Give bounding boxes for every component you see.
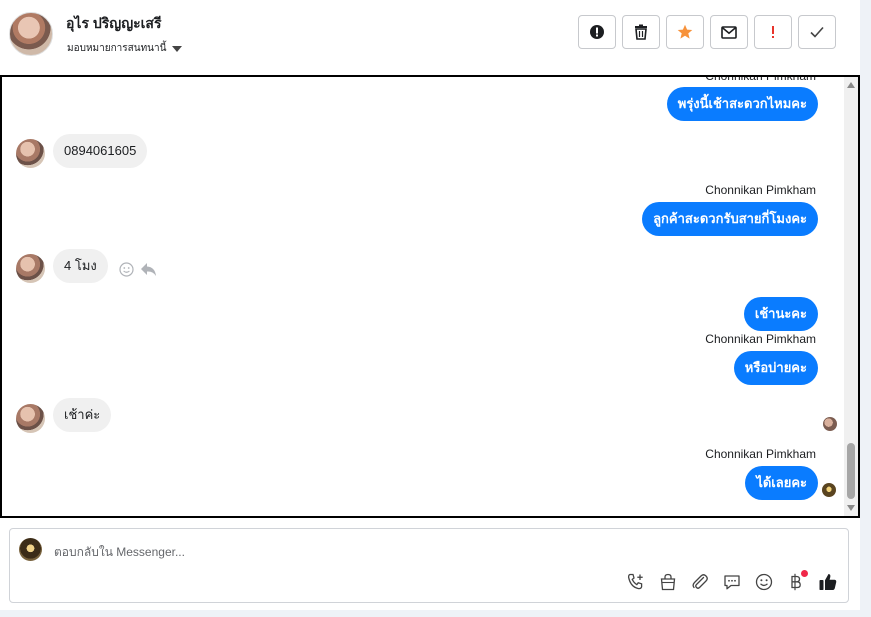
reply-icon[interactable]	[140, 262, 157, 277]
page-right-edge	[860, 0, 871, 617]
mark-done-button[interactable]	[798, 15, 836, 49]
scroll-up-arrow-icon[interactable]	[847, 82, 855, 88]
caret-down-icon	[172, 45, 183, 52]
thumbs-up-icon[interactable]	[818, 572, 838, 592]
shopping-bag-icon[interactable]	[658, 572, 678, 592]
paperclip-icon[interactable]	[690, 572, 710, 592]
thread-scrollbar[interactable]	[844, 77, 858, 516]
envelope-icon	[721, 25, 737, 39]
incoming-message[interactable]: 0894061605	[53, 134, 148, 168]
conversation-toolbar	[578, 15, 836, 49]
assign-label: มอบหมายการสนทนานี้	[67, 43, 167, 54]
delete-button[interactable]	[622, 15, 660, 49]
reply-composer	[9, 528, 849, 603]
contact-avatar-small	[16, 254, 45, 283]
page-bottom-edge	[0, 610, 860, 617]
conversation-header: อุไร ปริญญะเสรี มอบหมายการสนทนานี้	[0, 0, 860, 76]
contact-avatar-small	[16, 139, 45, 168]
outgoing-message[interactable]: เช้านะคะ	[743, 297, 818, 331]
incoming-message[interactable]: 4 โมง	[53, 249, 108, 283]
phone-plus-icon[interactable]	[626, 572, 646, 592]
exclamation-icon	[772, 26, 774, 38]
mark-unread-button[interactable]	[710, 15, 748, 49]
sender-name: Chonnikan Pimkham	[705, 447, 816, 461]
incoming-message[interactable]: เช้าค่ะ	[53, 398, 112, 432]
seen-avatar	[823, 417, 837, 431]
scroll-down-arrow-icon[interactable]	[847, 505, 855, 511]
notification-dot	[801, 570, 808, 577]
contact-avatar[interactable]	[9, 12, 53, 56]
outgoing-message[interactable]: ได้เลยคะ	[745, 466, 818, 500]
star-button[interactable]	[666, 15, 704, 49]
composer-actions	[626, 570, 838, 592]
message-actions	[119, 262, 157, 277]
outgoing-message[interactable]: ลูกค้าสะดวกรับสายกี่โมงคะ	[642, 202, 818, 236]
chat-bubble-icon[interactable]	[722, 572, 742, 592]
message-thread[interactable]: Chonnikan Pimkham พรุ่งนี้เช้าสะดวกไหมคะ…	[0, 75, 860, 518]
react-smiley-icon[interactable]	[119, 262, 134, 277]
check-icon	[810, 26, 824, 38]
reply-input[interactable]	[54, 543, 454, 561]
outgoing-message[interactable]: หรือบ่ายคะ	[733, 351, 818, 385]
spam-alert-button[interactable]	[578, 15, 616, 49]
trash-icon	[635, 24, 647, 40]
sender-name: Chonnikan Pimkham	[705, 332, 816, 346]
alert-circle-icon	[590, 25, 604, 39]
outgoing-message[interactable]: พรุ่งนี้เช้าสะดวกไหมคะ	[666, 87, 818, 121]
sender-name: Chonnikan Pimkham	[705, 75, 816, 83]
contact-name[interactable]: อุไร ปริญญะเสรี	[66, 13, 162, 35]
scrollbar-thumb[interactable]	[847, 443, 855, 499]
star-icon	[677, 24, 693, 39]
baht-icon[interactable]	[786, 570, 808, 592]
seen-page-avatar	[822, 483, 836, 497]
follow-up-button[interactable]	[754, 15, 792, 49]
page-avatar	[19, 538, 42, 561]
sender-name: Chonnikan Pimkham	[705, 183, 816, 197]
assign-conversation-dropdown[interactable]: มอบหมายการสนทนานี้	[67, 41, 183, 56]
contact-avatar-small	[16, 404, 45, 433]
smiley-icon[interactable]	[754, 572, 774, 592]
